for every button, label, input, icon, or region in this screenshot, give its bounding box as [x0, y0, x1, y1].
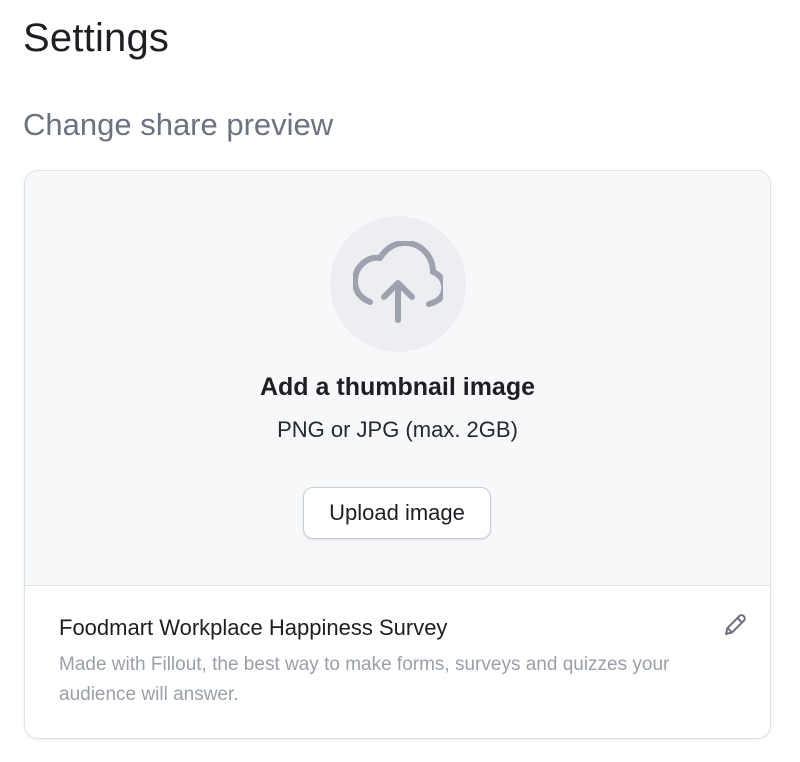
share-preview-card: Add a thumbnail image PNG or JPG (max. 2… — [24, 170, 771, 739]
upload-file-hint: PNG or JPG (max. 2GB) — [277, 417, 518, 442]
pencil-icon — [722, 612, 748, 643]
preview-description: Made with Fillout, the best way to make … — [59, 654, 670, 705]
upload-image-button[interactable]: Upload image — [303, 487, 491, 539]
thumbnail-upload-area[interactable]: Add a thumbnail image PNG or JPG (max. 2… — [25, 171, 770, 586]
page-title: Settings — [23, 16, 170, 60]
upload-heading: Add a thumbnail image — [259, 373, 536, 401]
upload-icon-circle — [330, 216, 466, 352]
preview-title: Foodmart Workplace Happiness Survey — [59, 615, 448, 640]
section-title: Change share preview — [23, 107, 334, 142]
cloud-upload-icon — [352, 239, 448, 328]
edit-preview-button[interactable] — [719, 611, 751, 643]
